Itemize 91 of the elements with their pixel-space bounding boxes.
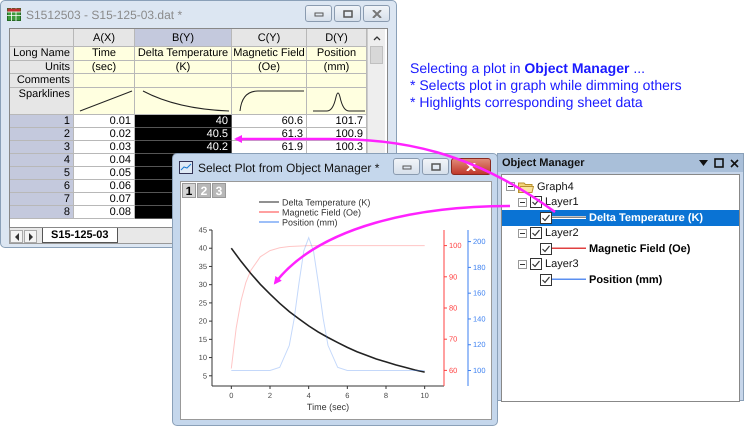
plot-label: Position (mm) [588,274,664,286]
table-cell: 0.08 [74,206,135,218]
table-cell: 0.02 [74,128,135,140]
row-header[interactable]: 6 [10,180,74,192]
table-cell: (mm) [307,60,367,74]
scrollbar-thumb[interactable] [370,46,383,64]
left-arrow-icon[interactable] [14,232,20,240]
panel-title: Object Manager [502,157,585,169]
table-cell: 0.04 [74,154,135,166]
window-title: S1512503 - S15-125-03.dat * [26,8,182,22]
column-header[interactable]: A(X) [74,29,135,47]
caption-text: Selecting a plot in Object Manager ... [410,60,646,77]
maximize-button[interactable] [334,5,361,22]
collapse-icon[interactable] [518,228,527,238]
maximize-icon[interactable] [714,158,724,168]
table-cell: 60.6 [232,114,307,128]
table-cell: (K) [135,60,232,74]
checkbox[interactable] [530,258,542,270]
maximize-icon[interactable] [430,162,440,170]
checkbox[interactable] [540,242,552,255]
column-header[interactable]: B(Y) [135,29,232,47]
checkbox[interactable] [540,212,552,224]
legend-label: Position (mm) [282,218,338,228]
table-cell: (Oe) [232,60,307,74]
legend-label: Delta Temperature (K) [282,198,370,208]
graph-icon [179,161,193,174]
row-label: Units [10,60,74,74]
column-header[interactable]: D(Y) [307,29,367,47]
minimize-icon[interactable] [314,10,324,16]
table-cell: 40.2 [135,140,232,154]
scroll-up-icon[interactable] [372,35,380,41]
minimize-button[interactable] [393,158,420,175]
close-icon[interactable] [730,158,739,168]
right-arrow-icon[interactable] [28,232,34,240]
legend-label: Magnetic Field (Oe) [282,208,362,218]
caption-text: * Selects plot in graph while dimming others [410,77,682,94]
table-cell: 0.07 [74,192,135,206]
minimize-button[interactable] [305,5,332,22]
row-header[interactable]: 7 [10,192,74,206]
row-header[interactable]: 8 [10,206,74,218]
collapse-icon[interactable] [518,260,527,269]
maximize-icon[interactable] [342,10,352,18]
tree-item[interactable]: Layer1 [545,196,579,208]
tree-item[interactable]: Layer3 [545,258,579,270]
corner-cell [10,29,74,47]
table-cell: 61.9 [232,140,307,154]
axis-title: Time (sec) [306,402,350,412]
scrollbar[interactable] [367,29,385,153]
dropdown-icon[interactable] [699,160,708,166]
table-cell: Delta Temperature [135,47,232,60]
checkbox[interactable] [530,227,542,240]
row-header[interactable]: 5 [10,166,74,180]
row-label: Comments [10,74,74,88]
table-cell: Magnetic Field [232,47,307,60]
tree-item[interactable]: Graph4 [537,180,574,193]
table-cell: 40.5 [135,128,232,140]
caption-text: * Highlights corresponding sheet data [410,94,644,111]
layer-tab[interactable]: 1 [182,183,196,198]
row-header[interactable]: 2 [10,128,74,140]
table-cell: Position [307,47,367,60]
collapse-icon[interactable] [518,198,527,207]
table-cell: 0.03 [74,140,135,154]
row-header[interactable]: 4 [10,154,74,166]
column-header[interactable]: C(Y) [232,29,307,47]
window-title: Select Plot from Object Manager * [198,160,380,174]
worksheet-icon [7,8,21,21]
checkbox[interactable] [540,274,552,286]
table-cell: 0.05 [74,166,135,180]
row-label: Long Name [10,47,74,60]
tree-row[interactable]: Delta Temperature (K) [502,210,739,226]
plot-label: Magnetic Field (Oe) [588,242,692,255]
previous-sheet-button[interactable] [10,230,23,243]
table-cell: 101.7 [307,114,367,128]
table-cell: 0.06 [74,180,135,192]
close-button[interactable] [363,5,390,22]
table-cell: (sec) [74,60,135,74]
row-header[interactable]: 3 [10,140,74,154]
row-header[interactable]: 1 [10,114,74,128]
tree-row[interactable]: Position (mm) [502,272,739,288]
minimize-icon[interactable] [402,164,412,170]
tree-item[interactable]: Layer2 [545,227,579,240]
maximize-button[interactable] [422,158,449,175]
row-label: Sparklines [10,88,74,114]
tree-row[interactable]: Magnetic Field (Oe) [502,241,739,256]
table-cell: Time [74,47,135,60]
table-cell: 0.01 [74,114,135,128]
table-cell: 40 [135,114,232,128]
next-sheet-button[interactable] [24,230,37,243]
plot-label: Delta Temperature (K) [588,212,704,224]
sheet-tab[interactable]: S15-125-03 [42,228,118,243]
table-cell: 100.3 [307,140,367,154]
